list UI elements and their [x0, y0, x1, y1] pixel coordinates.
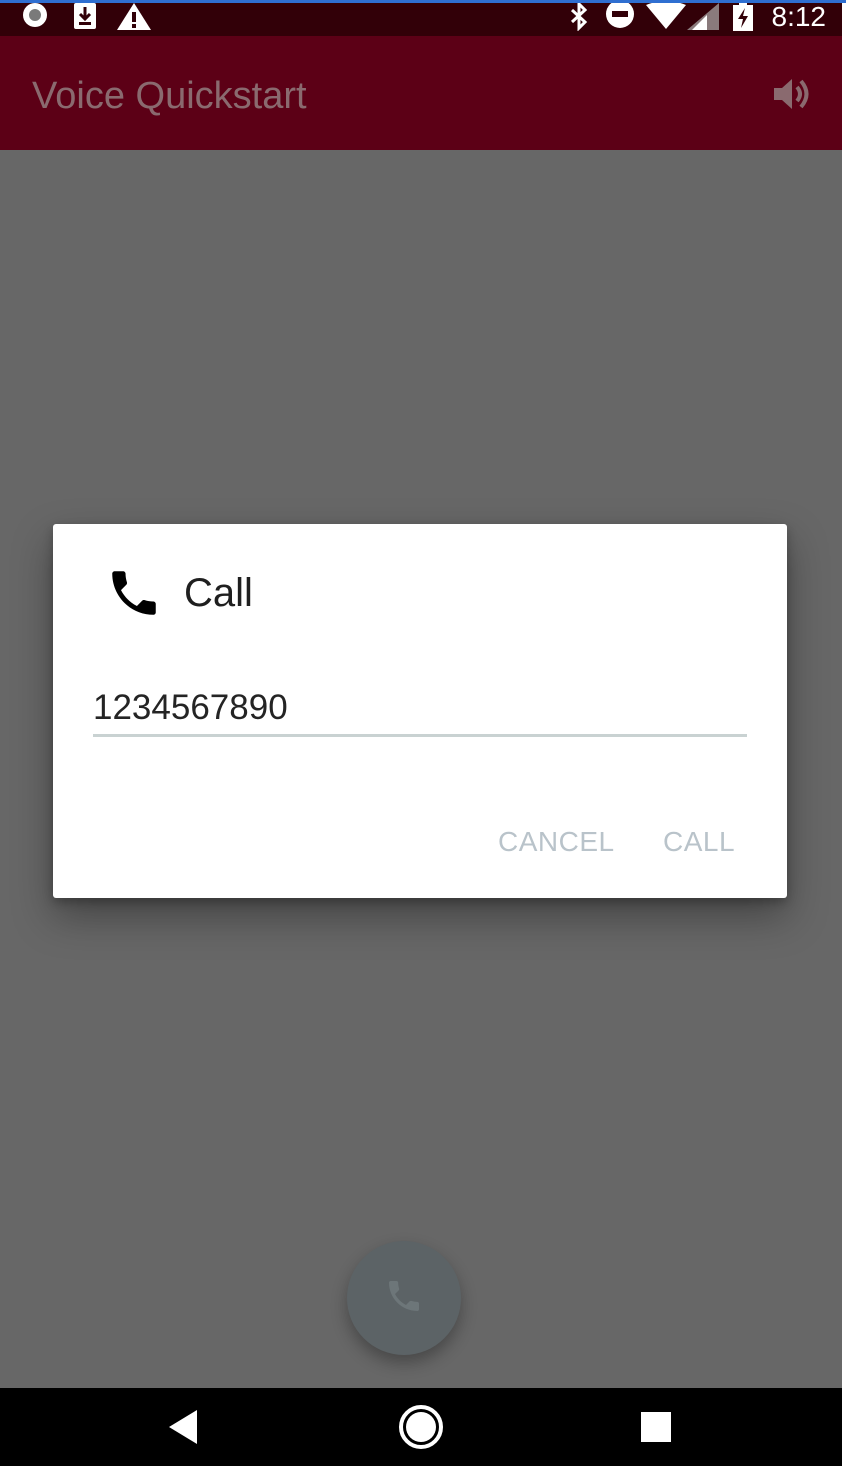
navigation-bar — [0, 1388, 842, 1466]
download-icon — [70, 3, 100, 31]
recents-icon[interactable] — [624, 1388, 688, 1466]
call-dialog: Call CANCEL CALL — [53, 524, 787, 898]
app-screen: 8:12 Voice Quickstart Call CANCEL CALL — [0, 0, 842, 1466]
call-fab-button[interactable] — [347, 1241, 461, 1355]
phone-number-input[interactable] — [93, 682, 747, 737]
call-button[interactable]: CALL — [663, 824, 735, 860]
back-icon[interactable] — [150, 1388, 214, 1466]
do-not-disturb-icon — [603, 1, 637, 31]
status-bar: 8:12 — [0, 1, 842, 36]
battery-charging-icon — [731, 2, 755, 31]
screen-edge — [842, 0, 846, 1466]
dialog-title: Call — [184, 571, 253, 615]
record-icon — [18, 3, 52, 31]
bluetooth-icon — [566, 3, 592, 31]
warning-icon — [116, 3, 152, 31]
app-bar: Voice Quickstart — [0, 36, 842, 150]
cancel-button[interactable]: CANCEL — [498, 824, 615, 860]
cellular-signal-icon — [686, 3, 720, 31]
wifi-icon — [646, 3, 686, 31]
phone-icon — [105, 564, 163, 622]
window-top-border — [0, 0, 846, 3]
app-title: Voice Quickstart — [32, 75, 307, 117]
volume-icon[interactable] — [772, 76, 814, 112]
home-icon[interactable] — [389, 1388, 453, 1466]
status-time: 8:12 — [771, 1, 827, 32]
phone-icon — [384, 1276, 424, 1321]
